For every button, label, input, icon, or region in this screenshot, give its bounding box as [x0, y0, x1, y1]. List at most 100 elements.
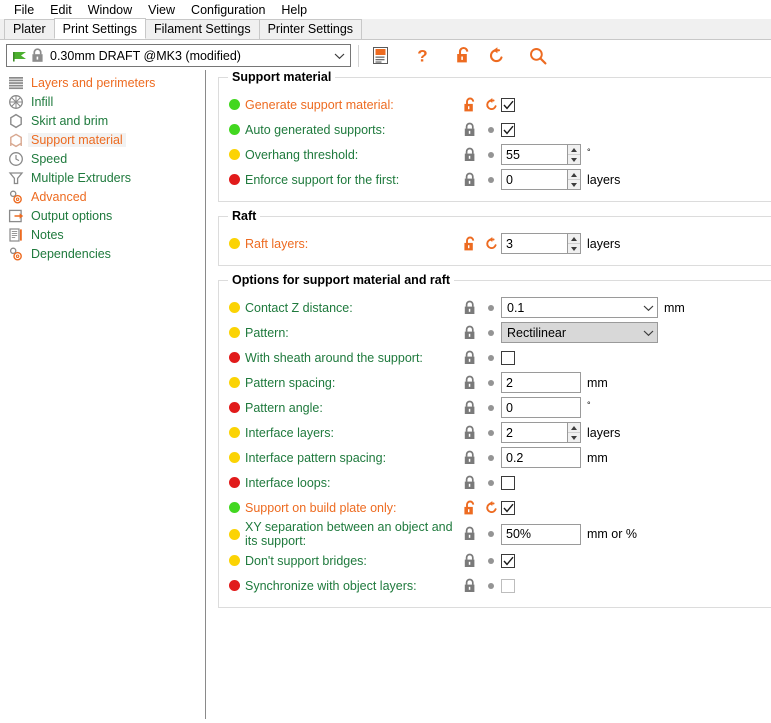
- sidebar-item-multiple-extruders[interactable]: Multiple Extruders: [0, 168, 205, 187]
- orange-open-padlock-icon[interactable]: [459, 236, 481, 252]
- sidebar-item-skirt-and-brim[interactable]: Skirt and brim: [0, 111, 205, 130]
- question-mark-icon[interactable]: ?: [410, 44, 434, 68]
- spinner-input[interactable]: [502, 234, 567, 253]
- sidebar-item-infill[interactable]: Infill: [0, 92, 205, 111]
- spinner-down-button[interactable]: [568, 180, 580, 189]
- sidebar-item-speed[interactable]: Speed: [0, 149, 205, 168]
- gray-padlock-icon[interactable]: [459, 475, 481, 491]
- option-text-field[interactable]: 2: [501, 372, 581, 393]
- menu-item-file[interactable]: File: [6, 2, 42, 18]
- spinner-down-button[interactable]: [568, 433, 580, 442]
- gray-padlock-icon[interactable]: [459, 450, 481, 466]
- option-row: Pattern:Rectilinear: [219, 320, 771, 345]
- option-checkbox[interactable]: [501, 351, 515, 365]
- sidebar-item-support-material[interactable]: Support material: [0, 130, 205, 149]
- chevron-down-icon[interactable]: [639, 329, 657, 337]
- option-row: Pattern angle:0°: [219, 395, 771, 420]
- tab-printer-settings[interactable]: Printer Settings: [259, 19, 362, 39]
- option-spinner[interactable]: [501, 144, 581, 165]
- option-spinner[interactable]: [501, 233, 581, 254]
- option-checkbox[interactable]: [501, 476, 515, 490]
- revert-dot-icon: [481, 330, 501, 336]
- status-bullet-red: [229, 477, 240, 488]
- menu-item-help[interactable]: Help: [273, 2, 315, 18]
- spinner-up-button[interactable]: [568, 170, 580, 180]
- preset-combo[interactable]: 0.30mm DRAFT @MK3 (modified): [6, 44, 351, 67]
- menu-bar: FileEditWindowViewConfigurationHelp: [0, 0, 771, 19]
- option-checkbox[interactable]: [501, 501, 515, 515]
- option-row: Synchronize with object layers:: [219, 573, 771, 598]
- option-checkbox[interactable]: [501, 554, 515, 568]
- option-text-field[interactable]: 0.2: [501, 447, 581, 468]
- gray-padlock-icon[interactable]: [459, 350, 481, 366]
- spinner-down-button[interactable]: [568, 244, 580, 253]
- revert-dot-icon: [481, 305, 501, 311]
- tab-plater[interactable]: Plater: [4, 19, 55, 39]
- status-bullet-red: [229, 174, 240, 185]
- sidebar-item-notes[interactable]: Notes: [0, 225, 205, 244]
- gray-padlock-icon[interactable]: [459, 425, 481, 441]
- spinner-input[interactable]: [502, 170, 567, 189]
- menu-item-window[interactable]: Window: [80, 2, 140, 18]
- save-preset-icon[interactable]: [368, 44, 392, 68]
- gray-padlock-icon[interactable]: [459, 147, 481, 163]
- spinner-up-button[interactable]: [568, 423, 580, 433]
- tab-filament-settings[interactable]: Filament Settings: [145, 19, 260, 39]
- orange-open-padlock-icon[interactable]: [459, 97, 481, 113]
- gray-padlock-icon[interactable]: [459, 172, 481, 188]
- gray-padlock-icon[interactable]: [459, 122, 481, 138]
- gray-padlock-icon[interactable]: [459, 578, 481, 594]
- orange-undo-arrow-icon[interactable]: [484, 44, 508, 68]
- spinner-input[interactable]: [502, 145, 567, 164]
- spinner-up-button[interactable]: [568, 234, 580, 244]
- gray-padlock-icon[interactable]: [459, 553, 481, 569]
- menu-item-view[interactable]: View: [140, 2, 183, 18]
- gray-padlock-icon[interactable]: [459, 526, 481, 542]
- spinner-up-button[interactable]: [568, 145, 580, 155]
- option-checkbox[interactable]: [501, 123, 515, 137]
- revert-arrow-icon[interactable]: [481, 236, 501, 251]
- option-spinner[interactable]: [501, 422, 581, 443]
- option-row: With sheath around the support:: [219, 345, 771, 370]
- option-label: Don't support bridges:: [245, 554, 459, 568]
- spinner-down-button[interactable]: [568, 155, 580, 164]
- prusaslicer-window: FileEditWindowViewConfigurationHelp Plat…: [0, 0, 771, 723]
- gray-padlock-icon[interactable]: [459, 300, 481, 316]
- revert-arrow-icon[interactable]: [481, 500, 501, 515]
- menu-item-configuration[interactable]: Configuration: [183, 2, 273, 18]
- gray-padlock-icon[interactable]: [459, 325, 481, 341]
- option-row: Interface loops:: [219, 470, 771, 495]
- sidebar-item-advanced[interactable]: Advanced: [0, 187, 205, 206]
- orange-open-padlock-icon[interactable]: [452, 44, 476, 68]
- option-checkbox[interactable]: [501, 579, 515, 593]
- option-text-field[interactable]: 0: [501, 397, 581, 418]
- gray-padlock-icon[interactable]: [459, 400, 481, 416]
- option-editable-combo[interactable]: 0.1: [501, 297, 658, 318]
- option-dropdown[interactable]: Rectilinear: [501, 322, 658, 343]
- spinner-input[interactable]: [502, 423, 567, 442]
- chevron-down-icon[interactable]: [331, 52, 348, 60]
- option-spinner[interactable]: [501, 169, 581, 190]
- extruder-nozzle-icon: [8, 170, 24, 186]
- combo-value: 0.1: [507, 301, 639, 315]
- tab-print-settings[interactable]: Print Settings: [54, 18, 146, 39]
- gray-padlock-icon[interactable]: [459, 375, 481, 391]
- skirt-hexagon-icon: [8, 113, 24, 129]
- orange-open-padlock-icon[interactable]: [459, 500, 481, 516]
- sidebar-item-label: Output options: [31, 209, 112, 223]
- preset-value: 0.30mm DRAFT @MK3 (modified): [50, 49, 331, 63]
- status-bullet-green: [229, 99, 240, 110]
- green-flag-icon: [12, 49, 28, 63]
- option-checkbox[interactable]: [501, 98, 515, 112]
- sidebar-item-dependencies[interactable]: Dependencies: [0, 244, 205, 263]
- gears-icon: [8, 189, 24, 205]
- revert-arrow-icon[interactable]: [481, 97, 501, 112]
- chevron-down-icon[interactable]: [639, 304, 657, 312]
- option-label: Synchronize with object layers:: [245, 579, 459, 593]
- option-text-field[interactable]: 50%: [501, 524, 581, 545]
- toolbar-separator: [358, 45, 359, 67]
- magnifier-icon[interactable]: [526, 44, 550, 68]
- menu-item-edit[interactable]: Edit: [42, 2, 80, 18]
- sidebar-item-layers-and-perimeters[interactable]: Layers and perimeters: [0, 73, 205, 92]
- sidebar-item-output-options[interactable]: Output options: [0, 206, 205, 225]
